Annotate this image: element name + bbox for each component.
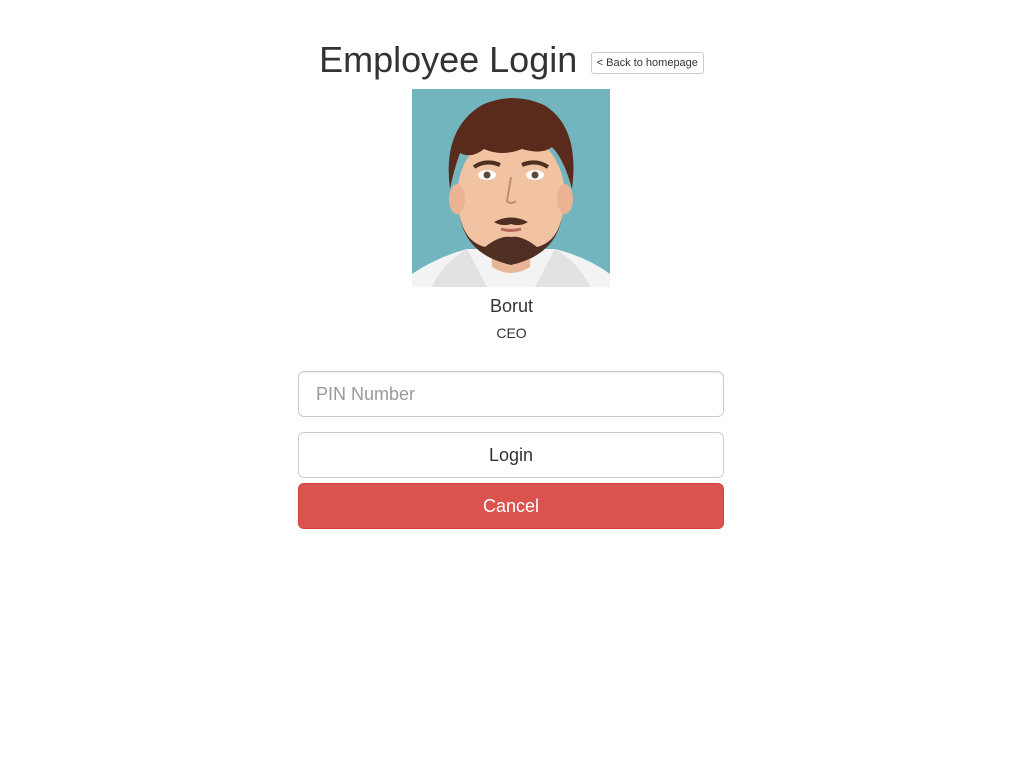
cancel-button[interactable]: Cancel xyxy=(298,483,724,529)
avatar xyxy=(412,89,610,287)
employee-role: CEO xyxy=(496,325,527,341)
login-button[interactable]: Login xyxy=(298,432,724,478)
page-title: Employee Login xyxy=(319,39,578,80)
back-to-homepage-button[interactable]: < Back to homepage xyxy=(590,52,704,74)
page-header: Employee Login < Back to homepage xyxy=(0,38,1023,82)
pin-number-input[interactable] xyxy=(298,371,724,417)
employee-name: Borut xyxy=(489,296,534,316)
